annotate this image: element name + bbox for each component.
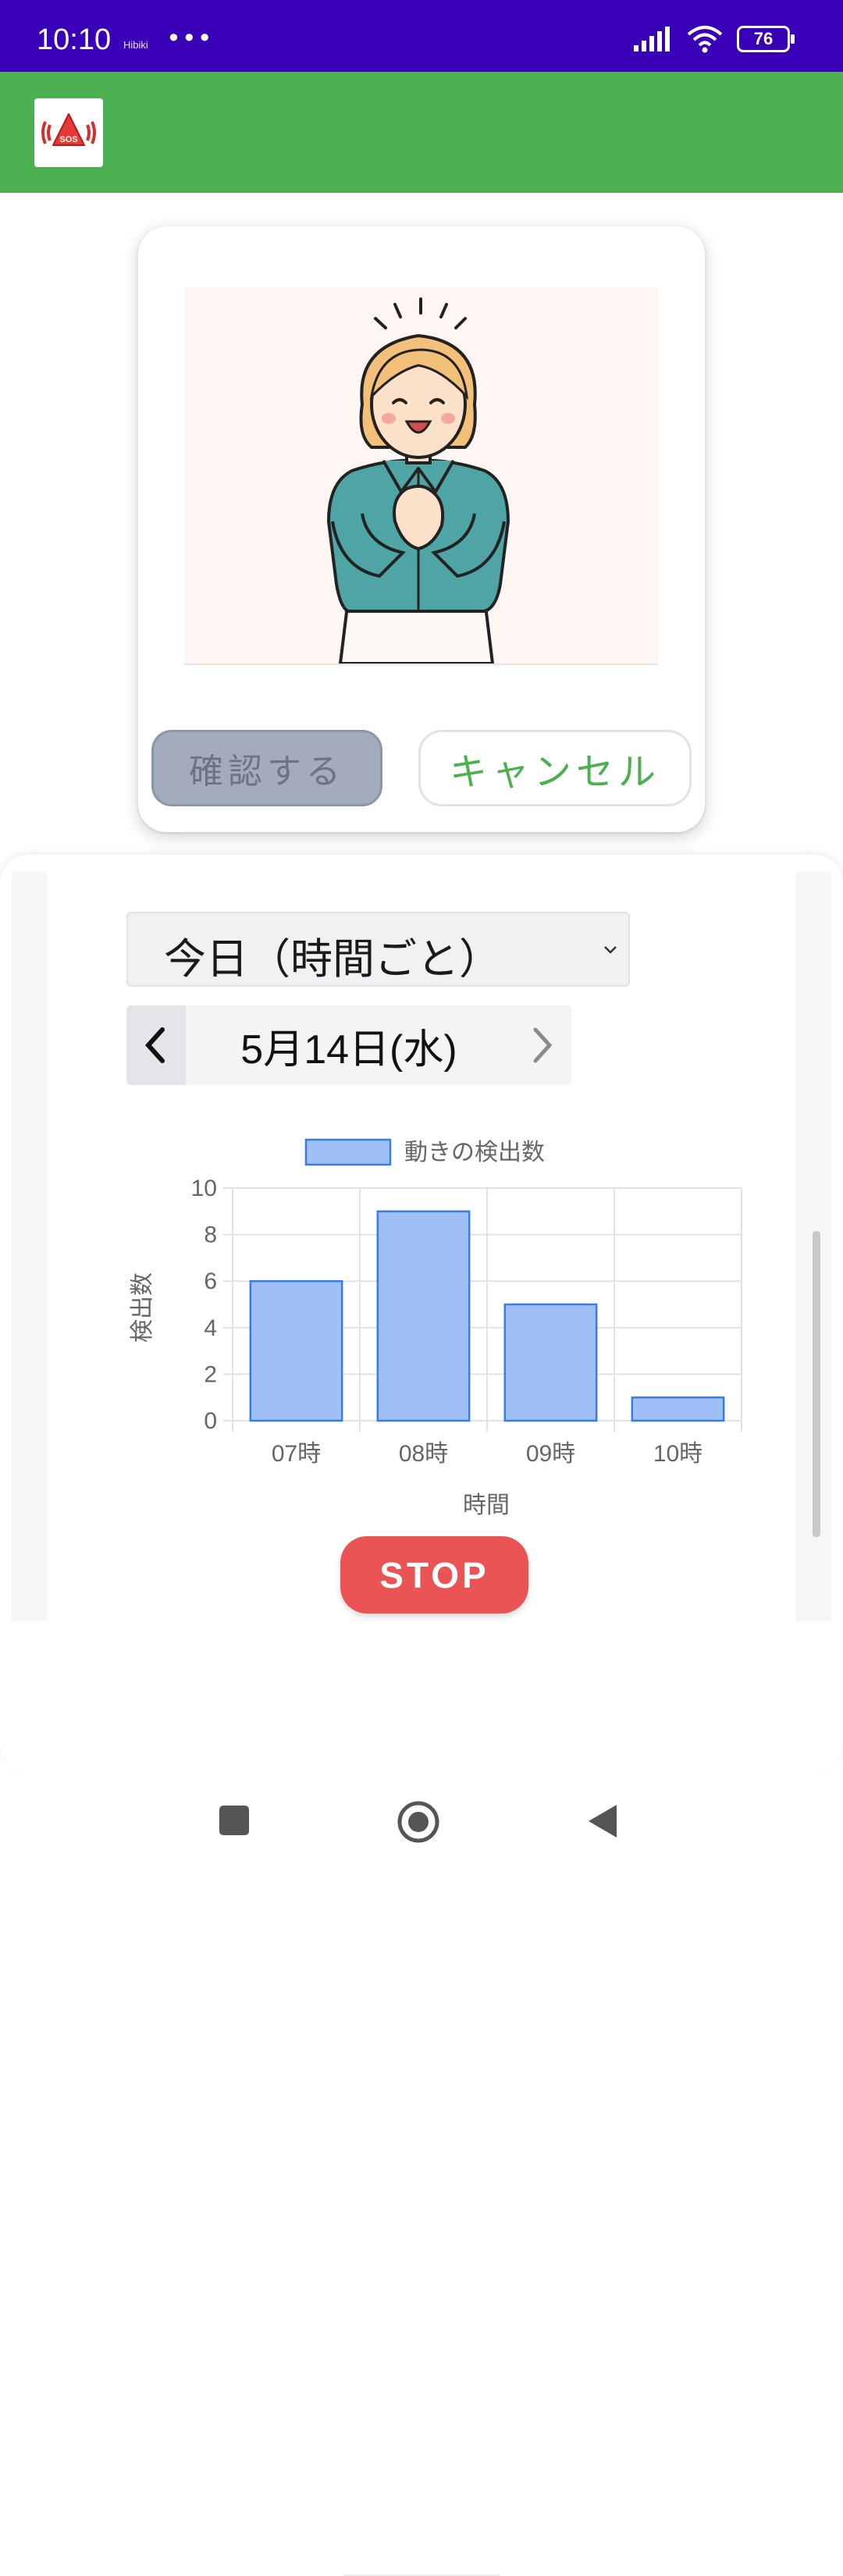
current-date: 5月14日(水) — [240, 1026, 457, 1073]
range-select-value: 今日（時間ごと） — [164, 934, 501, 984]
x-tick-label: 09時 — [526, 1441, 575, 1467]
bar — [249, 1279, 343, 1422]
sos-logo-icon[interactable]: SOS — [34, 98, 103, 167]
battery-icon: 76 — [737, 26, 795, 52]
y-tick-label: 0 — [204, 1408, 217, 1434]
y-tick-label: 8 — [204, 1222, 217, 1248]
y-tick-label: 2 — [204, 1361, 217, 1387]
detection-bar-chart: 0 2 4 6 8 10 07時 08時 09時 10時 動きの検出数 検出数 時間 — [130, 1138, 742, 1518]
scrollbar[interactable] — [813, 1231, 820, 1537]
recent-apps-button[interactable] — [219, 1805, 250, 1836]
date-navigator: 5月14日(水) — [126, 1005, 571, 1085]
wifi-icon — [687, 26, 723, 53]
more-notifications-icon: ••• — [166, 23, 213, 53]
status-bar: 10:10 Hibiki ••• 76 — [0, 0, 843, 72]
x-tick-label: 07時 — [272, 1441, 321, 1467]
happy-woman-illustration — [184, 287, 658, 665]
svg-text:SOS: SOS — [59, 135, 77, 144]
status-time: 10:10 — [37, 23, 112, 56]
chevron-down-icon — [604, 946, 617, 954]
y-tick-label: 10 — [191, 1176, 217, 1201]
x-tick-label: 10時 — [653, 1441, 702, 1467]
legend-label: 動きの検出数 — [404, 1140, 545, 1165]
carrier-label: Hibiki — [123, 39, 148, 51]
confirm-button[interactable]: 確認する — [151, 730, 382, 806]
system-nav-bar — [0, 1772, 843, 1873]
y-tick-label: 4 — [204, 1315, 217, 1341]
stop-button[interactable]: STOP — [340, 1536, 528, 1614]
legend-swatch — [304, 1138, 392, 1166]
back-button[interactable] — [587, 1803, 618, 1839]
home-button[interactable] — [397, 1800, 440, 1844]
cancel-button[interactable]: キャンセル — [418, 730, 692, 806]
battery-level: 76 — [753, 29, 774, 48]
range-select[interactable]: 今日（時間ごと） — [126, 912, 630, 987]
app-bar: SOS — [0, 72, 843, 193]
bar — [503, 1303, 598, 1422]
previous-day-button[interactable] — [126, 1005, 186, 1085]
chevron-right-icon — [533, 1027, 553, 1063]
signal-icon — [634, 27, 670, 52]
bar — [631, 1396, 725, 1422]
y-tick-label: 6 — [204, 1268, 217, 1294]
bar — [376, 1210, 471, 1422]
next-day-button[interactable] — [512, 1005, 571, 1085]
status-icons: 76 — [634, 23, 795, 55]
chevron-left-icon — [144, 1027, 165, 1063]
confirmation-dialog: 確認する キャンセル — [138, 226, 705, 832]
x-axis-label: 時間 — [463, 1493, 510, 1518]
x-tick-label: 08時 — [399, 1441, 448, 1467]
y-axis-label: 検出数 — [130, 1272, 155, 1343]
